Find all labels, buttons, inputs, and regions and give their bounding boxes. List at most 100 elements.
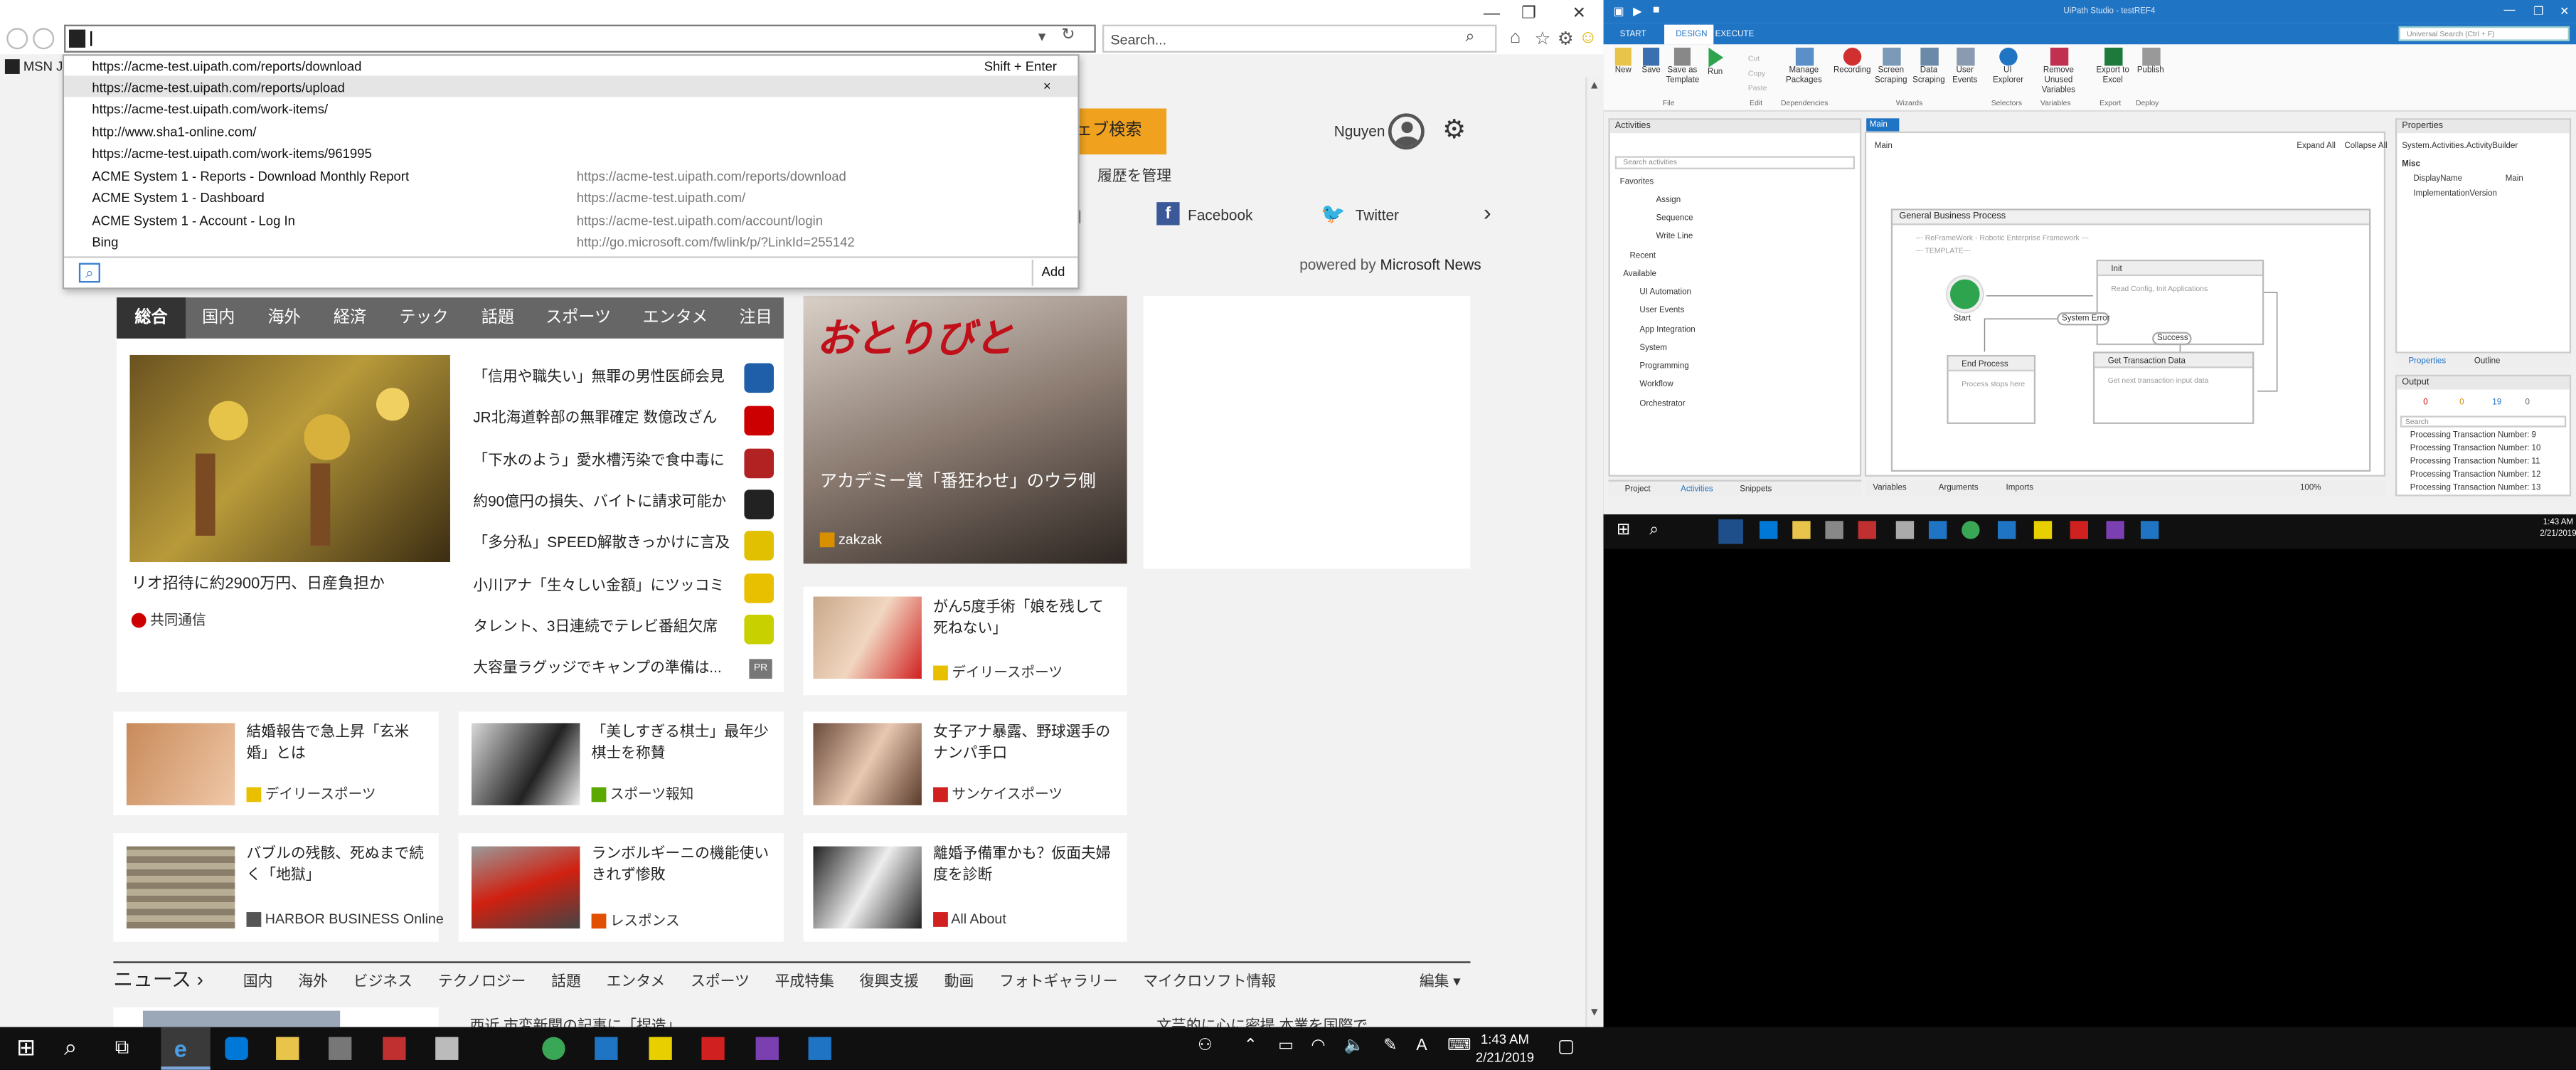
tab-all[interactable]: 総合: [117, 297, 186, 339]
search-icon[interactable]: ⌕: [1649, 521, 1659, 539]
pen-icon[interactable]: ✎: [1383, 1037, 1397, 1055]
sticky-notes-icon[interactable]: [2033, 521, 2053, 539]
news-nav-item[interactable]: ビジネス: [353, 973, 413, 990]
minimize-button[interactable]: —: [1484, 5, 1500, 23]
keyboard-icon[interactable]: ⌨: [1447, 1037, 1471, 1055]
volume-icon[interactable]: 🔈: [1344, 1037, 1365, 1055]
history-item[interactable]: ACME System 1 - Reports - Download Month…: [92, 169, 409, 184]
variables-tab[interactable]: Variables: [1873, 483, 1906, 493]
search-input[interactable]: Search... ⌕: [1102, 24, 1497, 53]
card-source[interactable]: HARBOR BUSINESS Online: [246, 911, 444, 928]
tab-overseas[interactable]: 海外: [255, 297, 314, 339]
tab-economy[interactable]: 経済: [320, 297, 379, 339]
output-warning-count[interactable]: 0: [2459, 398, 2464, 408]
cut-button[interactable]: Cut: [1748, 54, 1760, 63]
tab-outline[interactable]: Outline: [2474, 356, 2501, 366]
app-icon[interactable]: [1858, 521, 1877, 539]
headline[interactable]: 小川アナ「生々しい金額」にツッコミ: [473, 576, 724, 597]
news-section-title[interactable]: ニュース ›: [113, 965, 203, 992]
card-title[interactable]: 結婚報告で急上昇「玄米婚」とは: [247, 721, 431, 764]
arguments-tab[interactable]: Arguments: [1939, 483, 1979, 493]
tree-item[interactable]: Assign: [1656, 196, 1681, 206]
facebook-icon[interactable]: f: [1156, 202, 1180, 226]
news-card[interactable]: ランボルギーニの機能使いきれず惨敗 レスポンス: [458, 833, 784, 942]
start-icon[interactable]: ⊞: [1617, 521, 1630, 539]
edge-icon[interactable]: [225, 1037, 248, 1060]
tab-topics[interactable]: 話題: [468, 297, 527, 339]
settings-gear-icon[interactable]: ⚙: [1558, 28, 1574, 50]
folder-icon[interactable]: [1792, 521, 1811, 539]
partial-headline[interactable]: 文芸的に心に密提 本業を国際で: [1156, 1014, 1368, 1027]
chevron-right-icon[interactable]: ›: [1484, 199, 1491, 226]
copy-button[interactable]: Copy: [1748, 69, 1765, 78]
news-nav-item[interactable]: フォトギャラリー: [999, 973, 1117, 990]
edge-icon[interactable]: [1760, 521, 1778, 539]
tree-item[interactable]: Recent: [1630, 251, 1656, 261]
suggestion-item[interactable]: https://acme-test.uipath.com/work-items/…: [92, 147, 371, 161]
output-info-count[interactable]: 19: [2492, 398, 2501, 408]
paste-button[interactable]: Paste: [1748, 84, 1767, 92]
doc-tab[interactable]: Main: [1866, 118, 1900, 132]
tab-sports[interactable]: スポーツ: [537, 297, 619, 339]
tree-item[interactable]: Sequence: [1656, 213, 1693, 223]
side-story-source[interactable]: デイリースポーツ: [933, 662, 1063, 682]
search-icon[interactable]: ⌕: [1466, 28, 1475, 46]
news-nav-item[interactable]: 平成特集: [775, 973, 834, 990]
dropdown-arrow-icon[interactable]: ▾: [1038, 28, 1045, 46]
tree-item[interactable]: Orchestrator: [1639, 399, 1685, 409]
page-scrollbar[interactable]: ▲ ▼: [1585, 77, 1604, 1027]
news-nav-item[interactable]: エンタメ: [607, 973, 666, 990]
avatar-icon[interactable]: [1388, 113, 1425, 150]
suggestion-item[interactable]: https://acme-test.uipath.com/reports/upl…: [92, 80, 344, 95]
scroll-down-icon[interactable]: ▼: [1589, 1007, 1600, 1019]
collapse-all-button[interactable]: Collapse All: [2344, 142, 2387, 152]
tab-design[interactable]: DESIGN: [1676, 30, 1707, 40]
restore-button[interactable]: ❐: [1521, 5, 1536, 23]
tab-domestic[interactable]: 国内: [189, 297, 248, 339]
history-item[interactable]: ACME System 1 - Account - Log In: [92, 213, 295, 228]
card-title[interactable]: 「美しすぎる棋士」最年少棋士を称賛: [592, 721, 776, 764]
tab-properties[interactable]: Properties: [2408, 356, 2446, 366]
card-title[interactable]: 女子アナ暴露、野球選手のナンパ手口: [933, 721, 1117, 764]
news-nav-item[interactable]: スポーツ: [691, 973, 750, 990]
save-icon[interactable]: ▣: [1613, 5, 1624, 18]
back-button[interactable]: [6, 28, 28, 50]
restore-button[interactable]: ❐: [2533, 5, 2544, 18]
tree-item[interactable]: Available: [1623, 270, 1656, 280]
edit-button[interactable]: 編集 ▾: [1420, 970, 1461, 991]
universal-search[interactable]: Universal Search (Ctrl + F): [2398, 26, 2570, 41]
ie-taskbar-button[interactable]: e: [161, 1027, 211, 1070]
onenote-icon[interactable]: [2106, 521, 2124, 539]
action-center-icon[interactable]: ▢: [1558, 1035, 1575, 1057]
tree-item[interactable]: User Events: [1639, 306, 1684, 316]
side-story-card[interactable]: がん5度手術「娘を残して死ねない」 デイリースポーツ: [803, 586, 1127, 696]
store-icon[interactable]: [329, 1037, 352, 1060]
data-scraping-button[interactable]: Data Scraping: [1911, 47, 1947, 85]
close-button[interactable]: ✕: [1572, 5, 1586, 23]
suggestion-item[interactable]: https://acme-test.uipath.com/work-items/: [92, 102, 328, 117]
screen-scraping-button[interactable]: Screen Scraping: [1873, 47, 1909, 85]
main-story-title[interactable]: リオ招待に約2900万円、日産負担か: [132, 573, 385, 595]
tab-start[interactable]: START: [1620, 30, 1646, 40]
news-card[interactable]: バブルの残骸、死ぬまで続く「地獄」 HARBOR BUSINESS Online: [113, 833, 444, 942]
run-icon[interactable]: ▶: [1633, 5, 1641, 18]
address-bar[interactable]: ▾ ↻: [64, 24, 1096, 53]
tree-item[interactable]: Write Line: [1656, 232, 1693, 242]
sticky-notes-icon[interactable]: [649, 1037, 672, 1060]
ime-mode-icon[interactable]: A: [1416, 1037, 1427, 1055]
card-title[interactable]: バブルの残骸、死ぬまで続く「地獄」: [247, 843, 431, 886]
export-excel-button[interactable]: Export to Excel: [2097, 47, 2129, 85]
tab-entertainment[interactable]: エンタメ: [629, 297, 721, 339]
tree-item[interactable]: UI Automation: [1639, 287, 1691, 297]
card-source[interactable]: All About: [933, 911, 1006, 928]
store-icon[interactable]: [1825, 521, 1843, 539]
card-source[interactable]: スポーツ報知: [591, 784, 693, 804]
headline[interactable]: 大容量ラグッジでキャンプの準備は...: [473, 657, 721, 679]
uipath-icon[interactable]: [1997, 521, 2016, 539]
forward-button[interactable]: [33, 28, 55, 50]
main-story-image[interactable]: [129, 354, 450, 563]
search-provider-icon[interactable]: ⌕: [78, 263, 100, 283]
facebook-link[interactable]: Facebook: [1188, 207, 1252, 223]
expand-all-button[interactable]: Expand All: [2296, 142, 2336, 152]
uipath-icon[interactable]: [595, 1037, 618, 1060]
